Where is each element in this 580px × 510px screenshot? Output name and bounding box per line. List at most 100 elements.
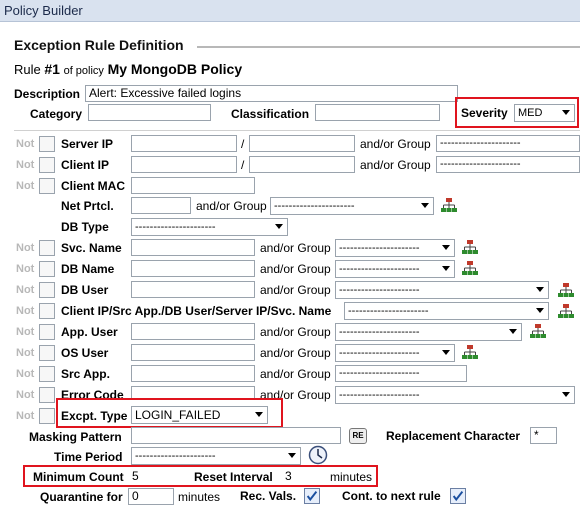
not-checkbox-os-user[interactable] <box>39 345 55 361</box>
src-app-input[interactable] <box>131 365 255 382</box>
client-ip-group-input[interactable]: ---------------------- <box>436 156 580 173</box>
group-tree-icon[interactable] <box>530 324 546 339</box>
server-ip-group-input[interactable]: ---------------------- <box>436 135 580 152</box>
app-user-group-select[interactable]: ---------------------- <box>335 323 522 341</box>
time-period-select[interactable]: ---------------------- <box>131 447 301 465</box>
server-ip-mask-input[interactable] <box>249 135 355 152</box>
net-prtcl-group-select[interactable]: ---------------------- <box>270 197 434 215</box>
category-input[interactable] <box>88 104 211 121</box>
regex-button[interactable]: RE <box>349 428 367 444</box>
client-combo-select[interactable]: ---------------------- <box>344 302 549 320</box>
client-ip-mask-input[interactable] <box>249 156 355 173</box>
excpt-type-select[interactable]: LOGIN_FAILED <box>131 406 268 424</box>
select-value: ---------------------- <box>348 305 429 317</box>
select-value: ---------------------- <box>339 284 420 296</box>
severity-select[interactable]: MED <box>514 104 575 122</box>
quarantine-input[interactable]: 0 <box>128 488 174 505</box>
select-value: ---------------------- <box>339 326 420 338</box>
not-label: Not <box>16 242 35 254</box>
group-tree-icon[interactable] <box>462 261 478 276</box>
classification-input[interactable] <box>315 104 440 121</box>
quarantine-label: Quarantine for <box>40 490 123 504</box>
select-value: ---------------------- <box>135 221 216 233</box>
os-user-group-select[interactable]: ---------------------- <box>335 344 455 362</box>
not-checkbox-server-ip[interactable] <box>39 136 55 152</box>
and-or-group-label: and/or Group <box>260 325 331 339</box>
svc-name-input[interactable] <box>131 239 255 256</box>
classification-label: Classification <box>231 107 310 121</box>
group-tree-icon[interactable] <box>462 240 478 255</box>
chevron-down-icon <box>442 266 450 271</box>
server-ip-input[interactable] <box>131 135 237 152</box>
svc-name-group-select[interactable]: ---------------------- <box>335 239 455 257</box>
not-checkbox-svc-name[interactable] <box>39 240 55 256</box>
client-mac-input[interactable] <box>131 177 255 194</box>
app-user-label: App. User <box>61 325 118 339</box>
section-title: Exception Rule Definition <box>14 37 184 53</box>
server-ip-label: Server IP <box>61 137 114 151</box>
error-code-group-select[interactable]: ---------------------- <box>335 386 575 404</box>
os-user-input[interactable] <box>131 344 255 361</box>
not-label: Not <box>16 326 35 338</box>
net-prtcl-label: Net Prtcl. <box>61 199 114 213</box>
and-or-group-label: and/or Group <box>260 241 331 255</box>
not-label: Not <box>16 159 35 171</box>
severity-label: Severity <box>461 106 508 120</box>
select-value: ---------------------- <box>339 263 420 275</box>
not-checkbox-excpt-type[interactable] <box>39 408 55 424</box>
net-prtcl-input[interactable] <box>131 197 191 214</box>
db-name-group-select[interactable]: ---------------------- <box>335 260 455 278</box>
description-input[interactable]: Alert: Excessive failed logins <box>85 85 458 102</box>
chevron-down-icon <box>562 110 570 115</box>
client-ip-input[interactable] <box>131 156 237 173</box>
db-name-input[interactable] <box>131 260 255 277</box>
db-user-group-select[interactable]: ---------------------- <box>335 281 549 299</box>
chevron-down-icon <box>536 308 544 313</box>
not-checkbox-client-ip[interactable] <box>39 157 55 173</box>
rec-vals-checkbox[interactable] <box>304 488 320 504</box>
and-or-group-label: and/or Group <box>360 137 431 151</box>
minimum-count-label: Minimum Count <box>33 470 124 484</box>
not-label: Not <box>16 347 35 359</box>
db-user-input[interactable] <box>131 281 255 298</box>
not-label: Not <box>16 284 35 296</box>
masking-pattern-input[interactable] <box>131 427 341 444</box>
clock-icon[interactable] <box>308 445 328 465</box>
not-checkbox-client-combo[interactable] <box>39 303 55 319</box>
not-checkbox-db-name[interactable] <box>39 261 55 277</box>
chevron-down-icon <box>509 329 517 334</box>
rule-number: #1 <box>44 61 60 77</box>
description-label: Description <box>14 87 81 101</box>
excpt-type-label: Excpt. Type <box>61 409 128 423</box>
reset-interval-input[interactable]: 3 <box>281 468 325 485</box>
reset-interval-unit: minutes <box>330 470 373 484</box>
app-user-input[interactable] <box>131 323 255 340</box>
db-user-label: DB User <box>61 283 109 297</box>
reset-interval-label: Reset Interval <box>194 470 273 484</box>
minimum-count-input[interactable]: 5 <box>128 468 174 485</box>
replacement-char-input[interactable]: * <box>530 427 557 444</box>
client-mac-label: Client MAC <box>61 179 125 193</box>
cont-next-rule-checkbox[interactable] <box>450 488 466 504</box>
not-label: Not <box>16 263 35 275</box>
group-tree-icon[interactable] <box>441 198 457 213</box>
not-checkbox-app-user[interactable] <box>39 324 55 340</box>
chevron-down-icon <box>442 350 450 355</box>
db-type-select[interactable]: ---------------------- <box>131 218 288 236</box>
group-tree-icon[interactable] <box>462 345 478 360</box>
window-title: Policy Builder <box>4 3 83 18</box>
checkmark-icon <box>452 491 464 502</box>
and-or-group-label: and/or Group <box>260 262 331 276</box>
not-checkbox-db-user[interactable] <box>39 282 55 298</box>
slash-separator: / <box>241 158 245 172</box>
excpt-type-value: LOGIN_FAILED <box>135 408 221 422</box>
src-app-group-input[interactable]: ---------------------- <box>335 365 467 382</box>
db-name-label: DB Name <box>61 262 115 276</box>
not-checkbox-error-code[interactable] <box>39 387 55 403</box>
group-tree-icon[interactable] <box>558 304 574 319</box>
not-checkbox-client-mac[interactable] <box>39 178 55 194</box>
severity-value: MED <box>518 107 543 119</box>
select-value: ---------------------- <box>339 242 420 254</box>
not-checkbox-src-app[interactable] <box>39 366 55 382</box>
group-tree-icon[interactable] <box>558 283 574 298</box>
